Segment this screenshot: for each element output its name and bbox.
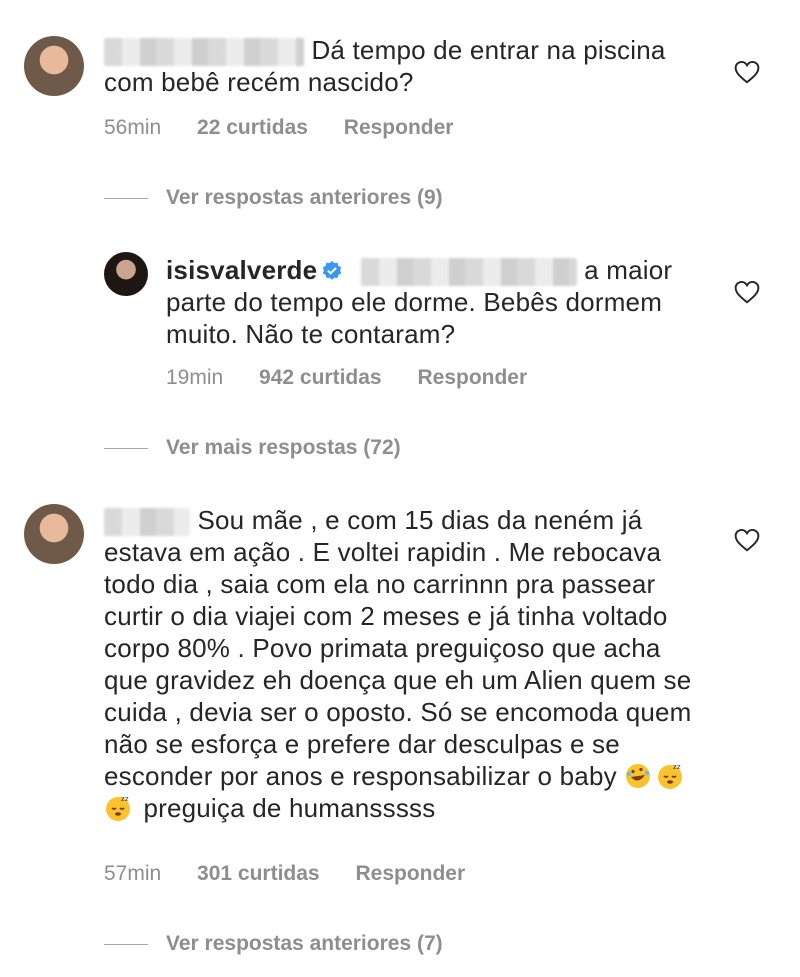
view-replies-label: Ver respostas anteriores (7) [166, 932, 443, 955]
reply-meta: 19min 942 curtidas Responder [166, 366, 527, 390]
divider-line [104, 943, 148, 945]
username[interactable]: isisvalverde [166, 255, 317, 285]
sleeping-emoji: zz [658, 763, 683, 790]
verified-badge-icon [323, 260, 342, 280]
avatar[interactable] [104, 252, 148, 296]
avatar[interactable] [24, 36, 84, 96]
view-more-replies-button[interactable]: Ver mais respostas (72) [104, 436, 401, 460]
view-more-label: Ver mais respostas (72) [166, 436, 401, 459]
blurred-username [104, 38, 304, 67]
heart-icon[interactable] [734, 528, 760, 552]
likes-count[interactable]: 942 curtidas [259, 366, 382, 389]
reply-button[interactable]: Responder [344, 116, 454, 139]
svg-text:zz: zz [673, 763, 681, 771]
divider-line [104, 197, 148, 199]
comment-time: 57min [104, 862, 162, 885]
reply-time: 19min [166, 366, 224, 389]
divider-line [104, 447, 148, 449]
comment-time: 56min [104, 116, 162, 139]
heart-icon[interactable] [734, 280, 760, 304]
comment-body-end: preguiça de humansssss [143, 793, 436, 824]
blurred-mention [360, 258, 577, 287]
likes-count[interactable]: 301 curtidas [197, 862, 320, 885]
heart-icon[interactable] [734, 60, 760, 84]
likes-count[interactable]: 22 curtidas [197, 116, 308, 139]
rofl-emoji [626, 764, 651, 789]
reply-button[interactable]: Responder [417, 366, 527, 389]
view-replies-button[interactable]: Ver respostas anteriores (9) [104, 186, 443, 210]
comment-text: Dá tempo de entrar na piscina com bebê r… [104, 34, 704, 98]
svg-text:zz: zz [121, 795, 129, 803]
avatar[interactable] [24, 504, 84, 564]
view-replies-label: Ver respostas anteriores (9) [166, 186, 443, 209]
view-replies-button[interactable]: Ver respostas anteriores (7) [104, 932, 443, 956]
comment-meta: 56min 22 curtidas Responder [104, 116, 453, 140]
comment-text: Sou mãe , e com 15 dias da neném já esta… [104, 504, 704, 824]
comment-body: Sou mãe , e com 15 dias da neném já esta… [104, 505, 692, 792]
blurred-username [104, 508, 190, 537]
reply-text: isisvalverde a maior parte do tempo ele … [166, 254, 686, 350]
comment-meta: 57min 301 curtidas Responder [104, 862, 465, 886]
reply-button[interactable]: Responder [355, 862, 465, 885]
sleeping-emoji: zz [106, 795, 130, 822]
